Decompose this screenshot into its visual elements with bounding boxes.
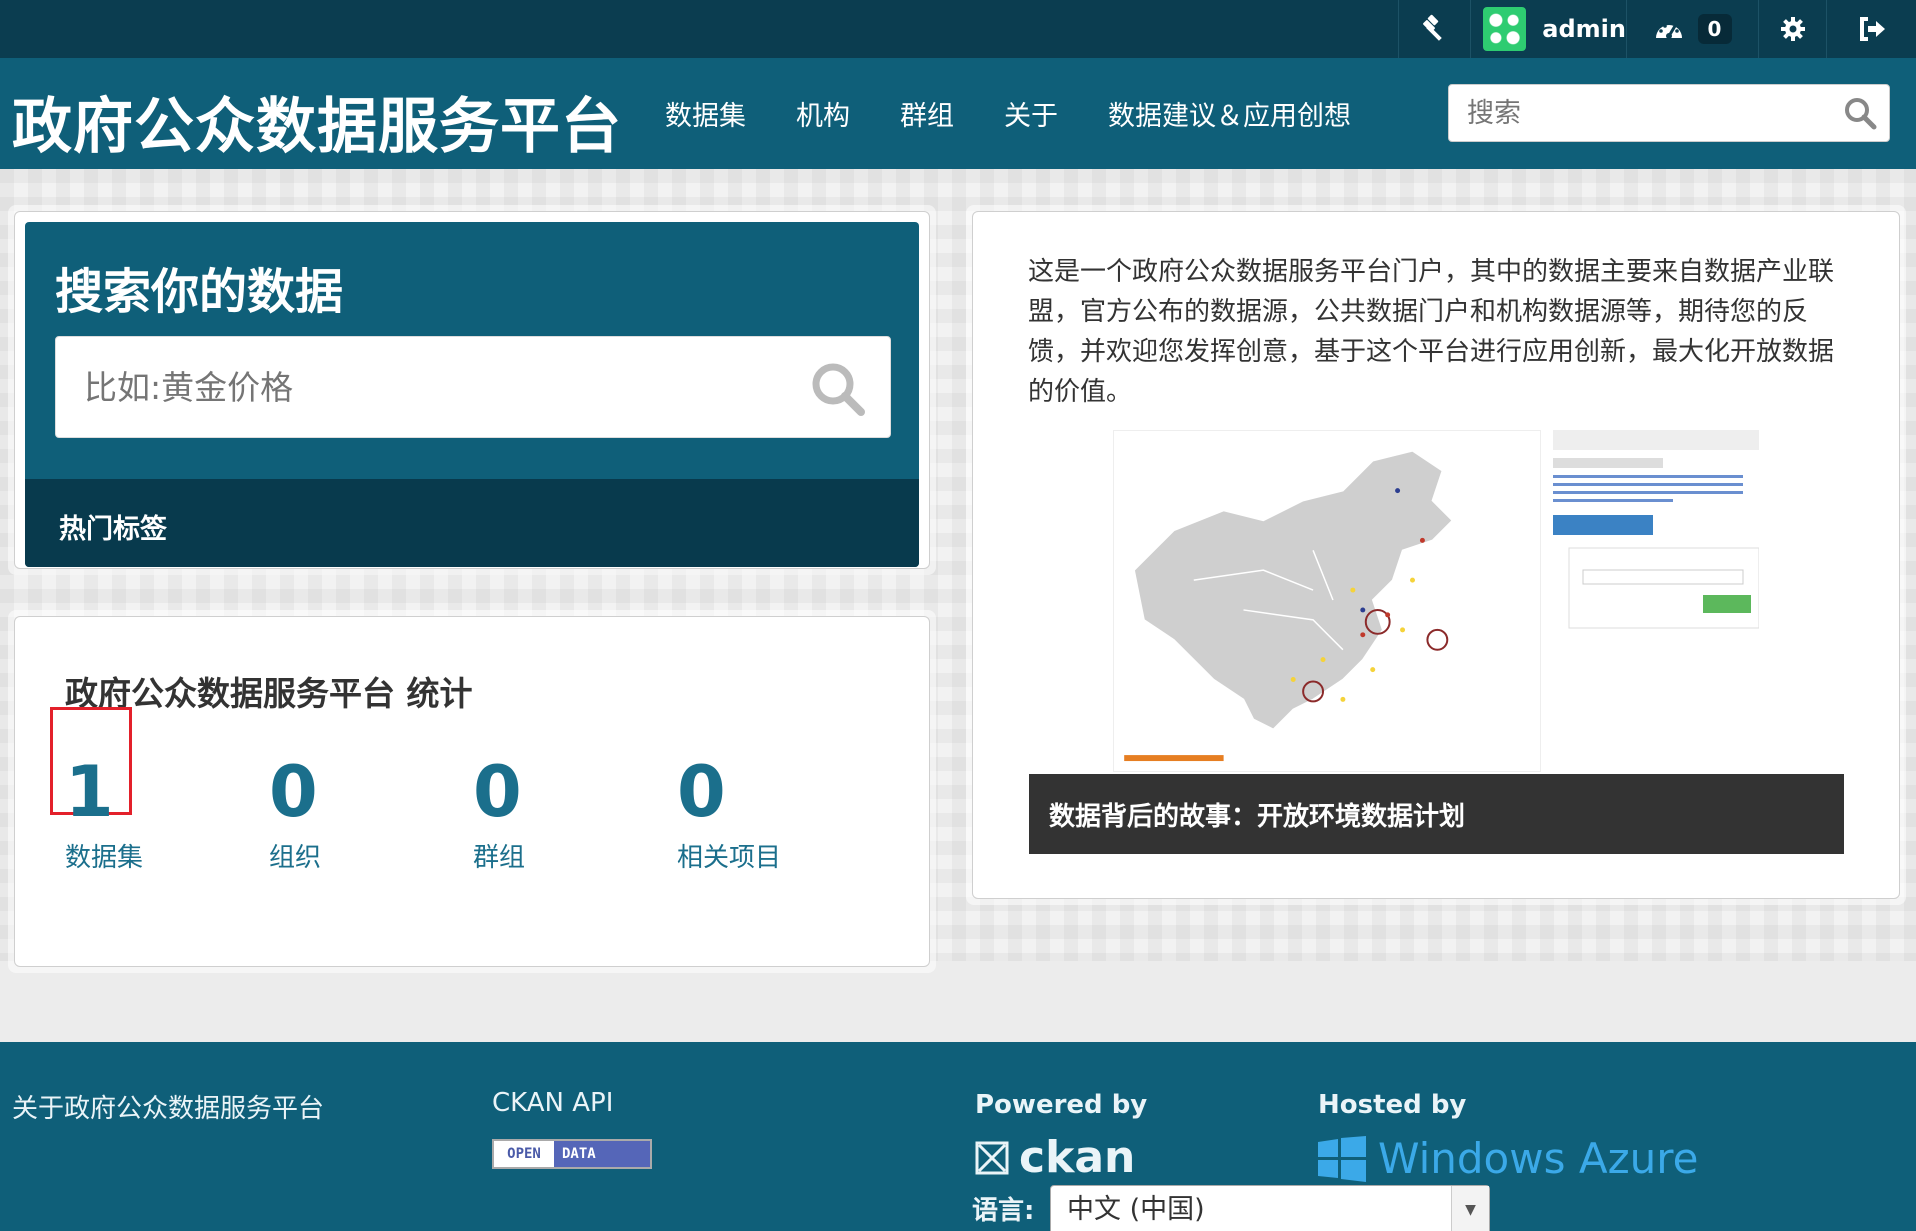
china-map-image <box>1113 430 1541 772</box>
stats-module: 政府公众数据服务平台 统计 1 数据集 0 组织 0 群组 0 相关项目 <box>8 610 936 973</box>
stat-value: 0 <box>473 751 522 833</box>
stat-label: 群组 <box>473 843 526 873</box>
search-icon[interactable] <box>810 361 866 417</box>
sysadmin-link[interactable] <box>1398 0 1470 58</box>
nav-about[interactable]: 关于 <box>1004 94 1058 133</box>
windows-logo-icon <box>1318 1135 1366 1182</box>
stat-value: 0 <box>677 751 726 833</box>
powered-by-label: Powered by <box>975 1090 1148 1120</box>
ckan-logo-link[interactable]: ckan <box>975 1132 1135 1183</box>
gear-icon <box>1780 17 1805 41</box>
settings-link[interactable] <box>1758 0 1826 58</box>
header-search <box>1448 84 1890 142</box>
footer-api-link[interactable]: CKAN API <box>492 1088 613 1118</box>
header-search-input[interactable] <box>1449 85 1809 141</box>
dashboard-badge: 0 <box>1697 14 1732 44</box>
avatar <box>1483 7 1527 51</box>
dashboard-link[interactable]: 0 <box>1626 0 1758 58</box>
hosted-by-label: Hosted by <box>1318 1090 1467 1120</box>
search-icon[interactable] <box>1843 96 1877 130</box>
stat-groups[interactable]: 0 群组 <box>473 747 525 874</box>
stat-label: 相关项目 <box>677 843 782 873</box>
chevron-down-icon[interactable]: ▼ <box>1451 1186 1489 1231</box>
site-footer: 关于政府公众数据服务平台 CKAN API OPEN DATA Powered … <box>0 1042 1916 1231</box>
search-title: 搜索你的数据 <box>55 264 344 320</box>
account-masthead: admin 0 <box>0 0 1916 58</box>
story-text: 这是一个政府公众数据服务平台门户，其中的数据主要来自数据产业联盟，官方公布的数据… <box>1028 257 1835 407</box>
popular-tags-heading: 热门标签 <box>59 514 167 545</box>
story-module: 这是一个政府公众数据服务平台门户，其中的数据主要来自数据产业联盟，官方公布的数据… <box>966 205 1906 905</box>
search-box: 搜索你的数据 热门标签 <box>25 222 919 567</box>
footer-about-link[interactable]: 关于政府公众数据服务平台 <box>12 1088 324 1125</box>
azure-logo-text: Windows Azure <box>1378 1134 1699 1183</box>
nav-datasets[interactable]: 数据集 <box>665 94 746 133</box>
open-data-badge-right: DATA <box>554 1141 650 1167</box>
stat-organizations[interactable]: 0 组织 <box>269 747 321 874</box>
search-panel: 搜索你的数据 热门标签 <box>14 211 930 569</box>
dashboard-icon <box>1655 24 1682 39</box>
story-media-link[interactable]: 数据背后的故事：开放环境数据计划 <box>1029 430 1844 854</box>
ckan-logo-icon <box>975 1141 1009 1174</box>
language-selected-value: 中文 (中国) <box>1067 1194 1205 1225</box>
stat-label: 组织 <box>269 843 322 873</box>
stat-value: 0 <box>269 751 318 833</box>
language-select[interactable]: 中文 (中国) ▼ <box>1050 1185 1490 1231</box>
azure-logo-link[interactable]: Windows Azure <box>1318 1134 1698 1183</box>
story-caption: 数据背后的故事：开放环境数据计划 <box>1029 774 1844 854</box>
main-nav: 数据集 机构 群组 关于 数据建议＆应用创想 <box>665 58 1401 169</box>
popular-tags: 热门标签 <box>25 479 919 567</box>
open-data-badge[interactable]: OPEN DATA <box>492 1139 652 1169</box>
user-link[interactable]: admin <box>1470 0 1626 58</box>
stat-label: 数据集 <box>65 843 144 873</box>
nav-groups[interactable]: 群组 <box>900 94 954 133</box>
site-preview-image <box>1553 430 1759 629</box>
stat-datasets[interactable]: 1 数据集 <box>65 747 143 874</box>
story-caption-text: 数据背后的故事：开放环境数据计划 <box>1049 802 1466 832</box>
stats-panel: 政府公众数据服务平台 统计 1 数据集 0 组织 0 群组 0 相关项目 <box>14 616 930 967</box>
stat-value: 1 <box>65 751 114 833</box>
site-title[interactable]: 政府公众数据服务平台 <box>12 78 622 165</box>
nav-organizations[interactable]: 机构 <box>796 94 850 133</box>
ckan-logo-text: ckan <box>1019 1132 1136 1183</box>
dataset-search-input[interactable] <box>56 337 756 437</box>
hero-area: 搜索你的数据 热门标签 政府公众数据服务平台 统计 1 数据集 <box>0 169 1916 973</box>
logout-link[interactable] <box>1826 0 1916 58</box>
story-panel: 这是一个政府公众数据服务平台门户，其中的数据主要来自数据产业联盟，官方公布的数据… <box>972 211 1900 899</box>
logout-icon <box>1859 17 1885 41</box>
search-module: 搜索你的数据 热门标签 <box>8 205 936 575</box>
open-data-badge-left: OPEN <box>507 1146 541 1162</box>
username: admin <box>1542 15 1626 43</box>
dataset-search <box>55 336 891 438</box>
stat-related[interactable]: 0 相关项目 <box>677 747 781 874</box>
site-header: 政府公众数据服务平台 数据集 机构 群组 关于 数据建议＆应用创想 <box>0 58 1916 169</box>
language-label: 语言: <box>972 1196 1035 1226</box>
nav-suggestions[interactable]: 数据建议＆应用创想 <box>1108 94 1351 133</box>
gavel-icon <box>1422 14 1442 41</box>
